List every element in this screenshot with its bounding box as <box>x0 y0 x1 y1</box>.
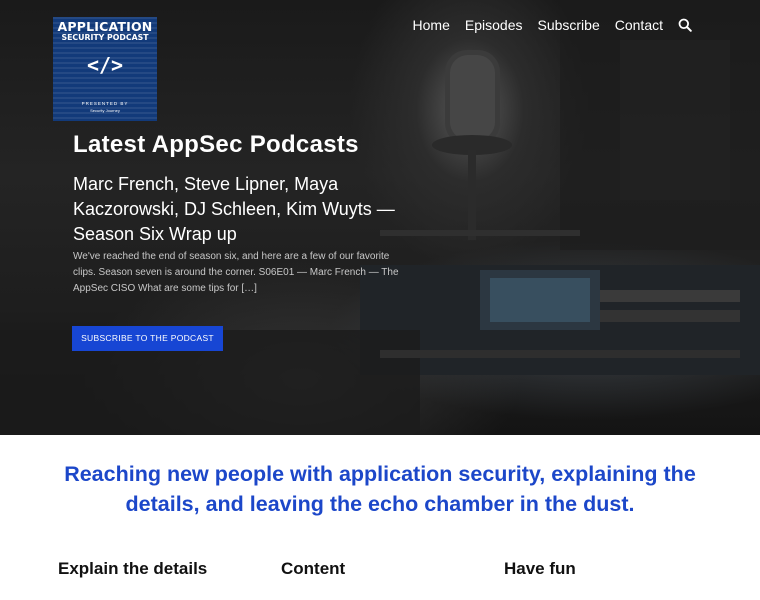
logo-subtitle: SECURITY PODCAST <box>61 33 149 42</box>
feature-title-content: Content <box>281 559 346 578</box>
latest-post-excerpt: We've reached the end of season six, and… <box>73 251 399 294</box>
search-icon[interactable] <box>678 18 692 32</box>
logo-presented-by: PRESENTED BY <box>81 101 129 106</box>
nav-item-home[interactable]: Home <box>413 17 450 33</box>
hero-title: Latest AppSec Podcasts <box>73 131 359 158</box>
logo-title: APPLICATION <box>57 19 153 34</box>
nav-item-subscribe[interactable]: Subscribe <box>537 17 599 33</box>
mission-tagline: Reaching new people with application sec… <box>64 462 696 516</box>
code-icon: </> <box>86 53 124 77</box>
main-nav: Home Episodes Subscribe Contact <box>398 16 692 34</box>
feature-title-have-fun: Have fun <box>504 559 576 578</box>
logo-sponsor: Security Journey <box>90 108 120 113</box>
podcast-logo[interactable]: APPLICATION SECURITY PODCAST </> PRESENT… <box>53 17 157 121</box>
subscribe-podcast-button[interactable]: Subscribe to the podcast <box>72 326 223 351</box>
hero-section: APPLICATION SECURITY PODCAST </> PRESENT… <box>0 0 760 435</box>
nav-item-episodes[interactable]: Episodes <box>465 17 523 33</box>
nav-item-contact[interactable]: Contact <box>615 17 663 33</box>
feature-title-explain-details: Explain the details <box>58 559 208 578</box>
latest-post-title[interactable]: Marc French, Steve Lipner, Maya Kaczorow… <box>73 172 403 247</box>
